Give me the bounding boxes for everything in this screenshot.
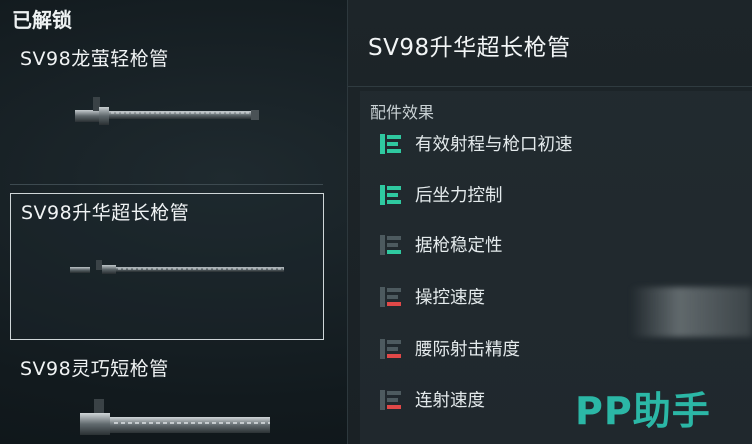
effect-label: 后坐力控制	[415, 186, 503, 206]
attachment-detail-panel: SV98升华超长枪管 配件效果 有效射程与枪口初速 后坐力控制 据枪稳定性 操控…	[347, 0, 752, 444]
effect-row: 有效射程与枪口初速	[378, 130, 738, 160]
effect-row: 腰际射击精度	[378, 335, 738, 365]
attachment-item-light-barrel[interactable]: SV98龙萤轻枪管	[10, 38, 324, 180]
attachment-name: SV98龙萤轻枪管	[20, 48, 169, 70]
attachment-list: 已解锁 SV98龙萤轻枪管 SV98升华超长枪管 SV98灵巧短枪管	[0, 0, 345, 444]
effect-label: 据枪稳定性	[415, 236, 503, 256]
barrel-image	[70, 260, 284, 274]
effects-header: 配件效果	[370, 103, 435, 122]
title-divider	[348, 86, 752, 87]
barrel-image	[80, 399, 270, 435]
effect-row: 后坐力控制	[378, 181, 738, 211]
attachment-title: SV98升华超长枪管	[368, 35, 571, 61]
watermark: PP助手	[575, 389, 711, 433]
barrel-image	[75, 97, 259, 125]
list-divider	[10, 184, 323, 185]
effect-row: 据枪稳定性	[378, 231, 738, 261]
stat-down-icon	[380, 287, 401, 307]
attachment-name: SV98升华超长枪管	[21, 202, 190, 224]
section-title: 已解锁	[12, 8, 72, 32]
effect-label: 有效射程与枪口初速	[415, 135, 573, 155]
stat-up-strong-icon	[380, 134, 401, 154]
effect-label: 连射速度	[415, 391, 485, 411]
effect-label: 腰际射击精度	[415, 340, 520, 360]
stat-up-weak-icon	[380, 235, 401, 255]
attachment-item-extended-barrel[interactable]: SV98升华超长枪管	[10, 193, 324, 340]
attachment-name: SV98灵巧短枪管	[20, 358, 169, 380]
stat-down-icon	[380, 390, 401, 410]
effect-label: 操控速度	[415, 288, 485, 308]
stat-up-strong-icon	[380, 185, 401, 205]
light-glare	[630, 287, 752, 337]
attachment-item-short-barrel[interactable]: SV98灵巧短枪管	[10, 348, 324, 444]
stat-down-icon	[380, 339, 401, 359]
